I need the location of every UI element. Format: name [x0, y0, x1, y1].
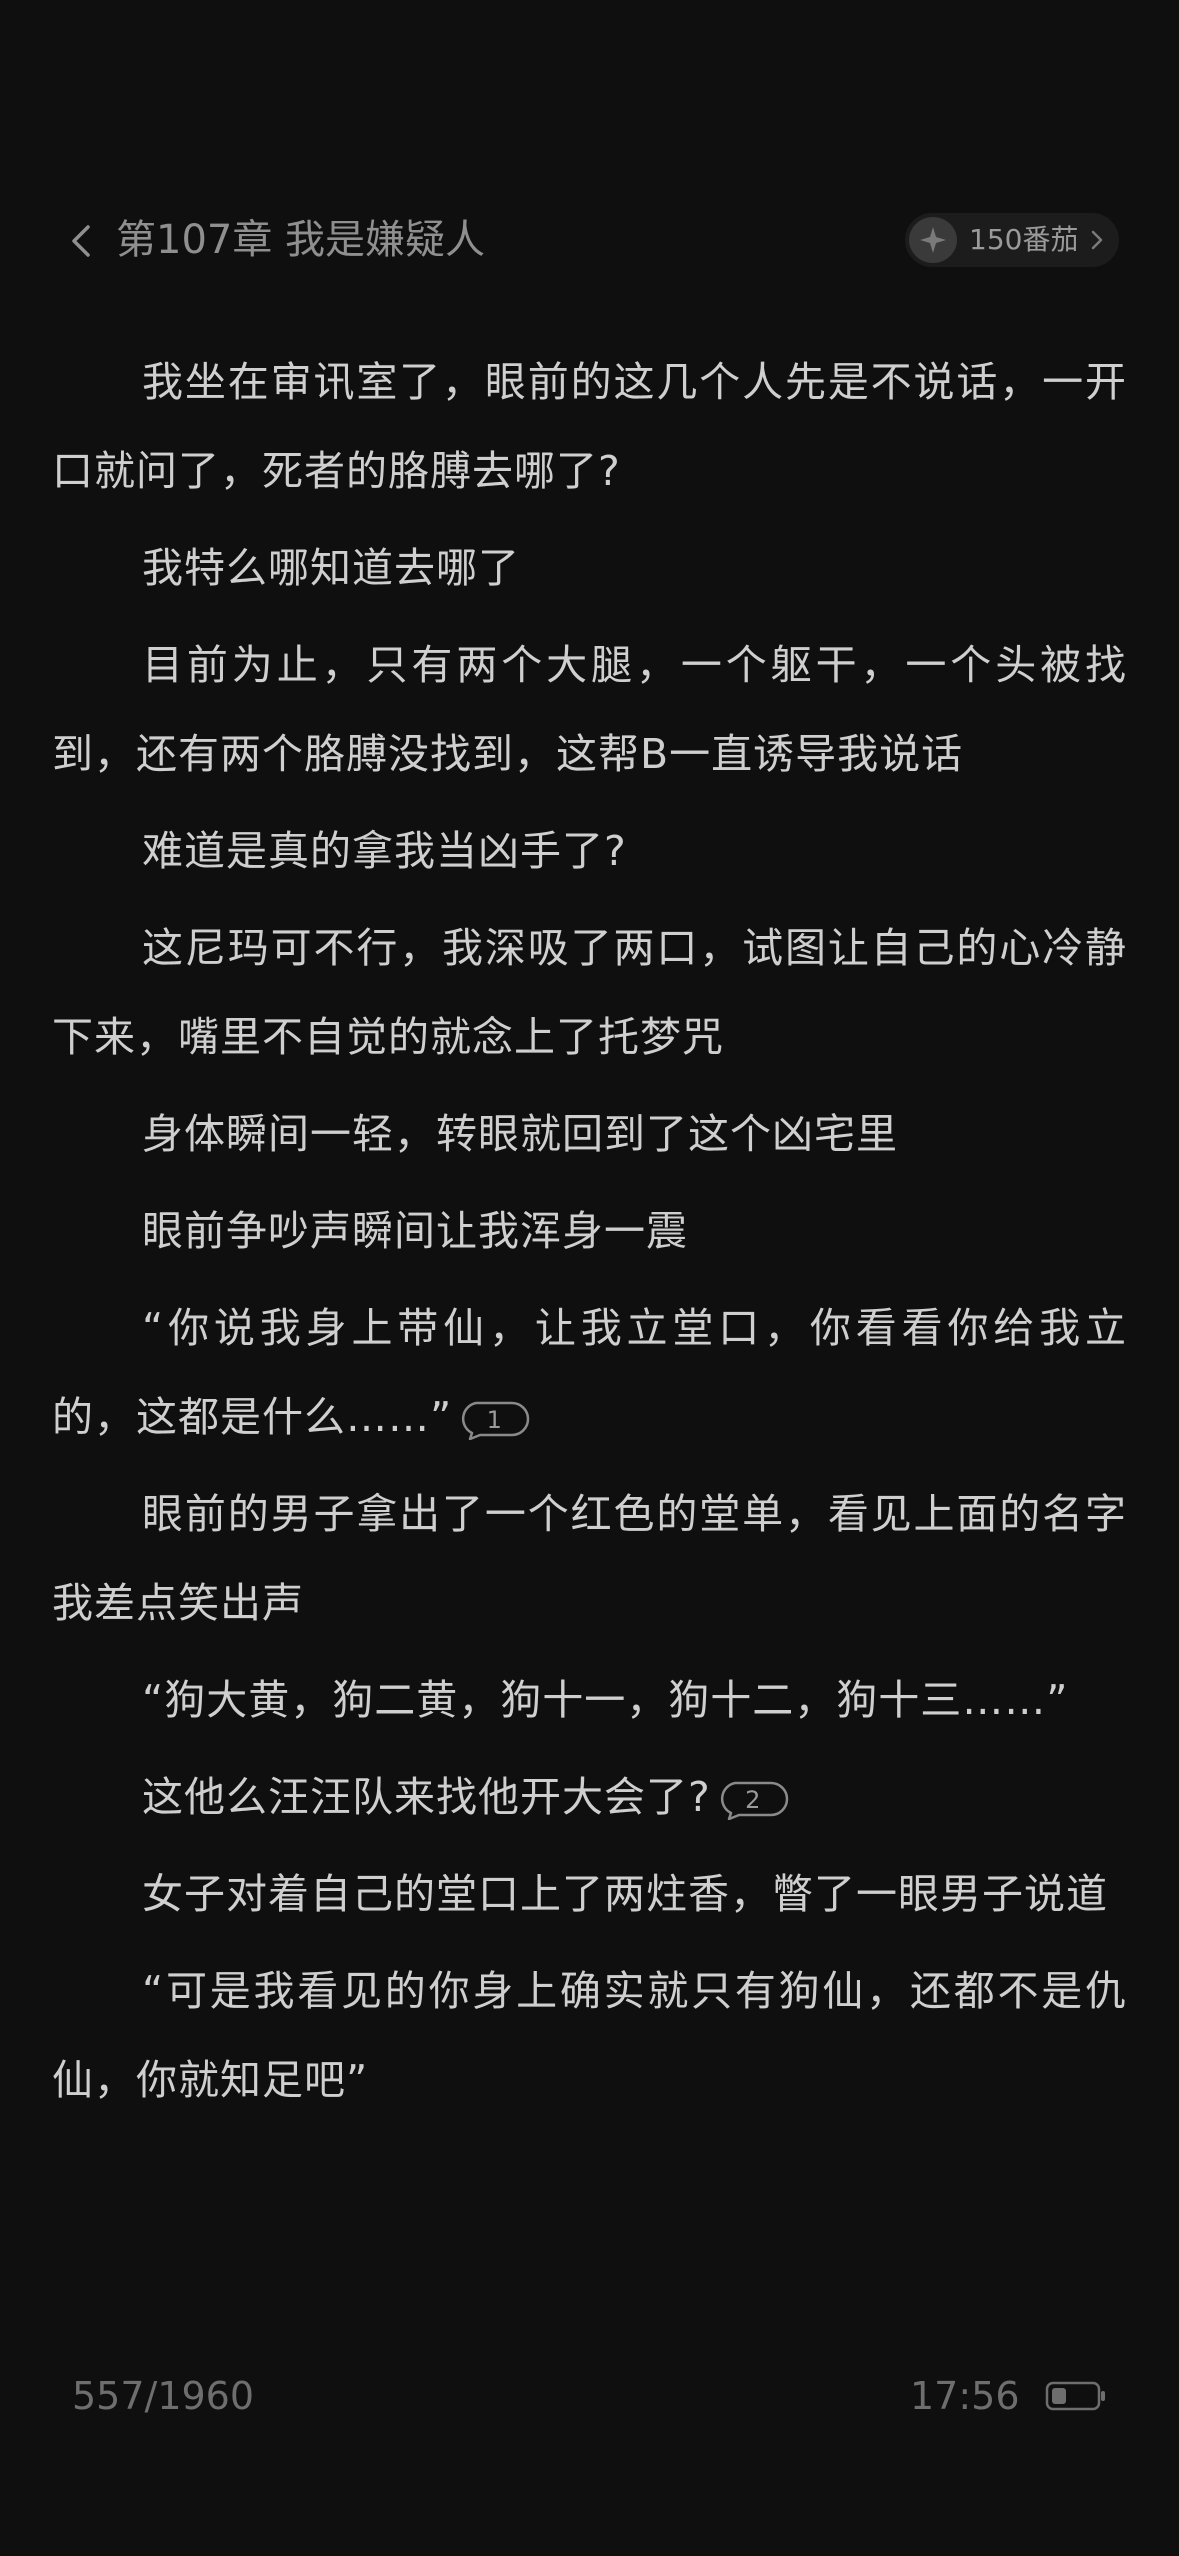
paragraph[interactable]: 眼前争吵声瞬间让我浑身一震	[52, 1187, 1127, 1276]
comment-count: 1	[486, 1406, 502, 1434]
sparkle-coin-icon	[909, 217, 957, 263]
paragraph-text: “可是我看见的你身上确实就只有狗仙，还都不是仇仙，你就知足吧”	[52, 1967, 1127, 2104]
paragraph[interactable]: 难道是真的拿我当凶手了?	[52, 807, 1127, 896]
paragraph[interactable]: “可是我看见的你身上确实就只有狗仙，还都不是仇仙，你就知足吧”	[52, 1947, 1127, 2125]
chevron-right-icon	[1091, 230, 1103, 250]
paragraph[interactable]: 这尼玛可不行，我深吸了两口，试图让自己的心冷静下来，嘴里不自觉的就念上了托梦咒	[52, 904, 1127, 1082]
back-button[interactable]	[62, 219, 102, 263]
paragraph[interactable]: 女子对着自己的堂口上了两炷香，瞥了一眼男子说道	[52, 1850, 1127, 1939]
paragraph[interactable]: 这他么汪汪队来找他开大会了? 2	[52, 1753, 1127, 1842]
paragraph[interactable]: 眼前的男子拿出了一个红色的堂单，看见上面的名字我差点笑出声	[52, 1470, 1127, 1648]
paragraph[interactable]: 我特么哪知道去哪了	[52, 524, 1127, 613]
paragraph-text: 这他么汪汪队来找他开大会了?	[142, 1773, 711, 1821]
chapter-title: 第107章 我是嫌疑人	[116, 217, 486, 263]
paragraph-comment-button[interactable]: 2	[717, 1780, 789, 1820]
paragraph[interactable]: “你说我身上带仙，让我立堂口，你看看你给我立的，这都是什么……” 1	[52, 1284, 1127, 1462]
paragraph-comment-button[interactable]: 1	[458, 1400, 530, 1440]
coin-balance-label: 150番茄	[969, 223, 1079, 256]
paragraph-text: 我特么哪知道去哪了	[142, 544, 520, 592]
reader-footer: 557/1960 17:56	[0, 2366, 1179, 2426]
paragraph-text: 我坐在审讯室了，眼前的这几个人先是不说话，一开口就问了，死者的胳膊去哪了?	[52, 358, 1127, 495]
paragraph-text: 这尼玛可不行，我深吸了两口，试图让自己的心冷静下来，嘴里不自觉的就念上了托梦咒	[52, 924, 1127, 1061]
coin-balance-button[interactable]: 150番茄	[905, 213, 1119, 267]
paragraph-text: 眼前争吵声瞬间让我浑身一震	[142, 1207, 688, 1255]
comment-count: 2	[745, 1786, 761, 1814]
paragraph-text: 女子对着自己的堂口上了两炷香，瞥了一眼男子说道	[142, 1870, 1108, 1918]
reader-header: 第107章 我是嫌疑人 150番茄	[0, 205, 1179, 275]
paragraph-text: 眼前的男子拿出了一个红色的堂单，看见上面的名字我差点笑出声	[52, 1490, 1127, 1627]
battery-low-icon	[1045, 2381, 1105, 2411]
paragraph-text: “狗大黄，狗二黄，狗十一，狗十二，狗十三……”	[142, 1676, 1069, 1724]
paragraph-text: 目前为止，只有两个大腿，一个躯干，一个头被找到，还有两个胳膊没找到，这帮B一直诱…	[52, 641, 1127, 778]
paragraph[interactable]: “狗大黄，狗二黄，狗十一，狗十二，狗十三……”	[52, 1656, 1127, 1745]
paragraph-text: “你说我身上带仙，让我立堂口，你看看你给我立的，这都是什么……”	[52, 1304, 1127, 1441]
paragraph[interactable]: 我坐在审讯室了，眼前的这几个人先是不说话，一开口就问了，死者的胳膊去哪了?	[52, 338, 1127, 516]
chapter-body: 我坐在审讯室了，眼前的这几个人先是不说话，一开口就问了，死者的胳膊去哪了? 我特么…	[52, 338, 1127, 2133]
chevron-left-icon	[72, 225, 90, 257]
page-progress: 557/1960	[72, 2374, 255, 2418]
paragraph-text: 身体瞬间一轻，转眼就回到了这个凶宅里	[142, 1110, 898, 1158]
paragraph[interactable]: 目前为止，只有两个大腿，一个躯干，一个头被找到，还有两个胳膊没找到，这帮B一直诱…	[52, 621, 1127, 799]
clock-time: 17:56	[910, 2374, 1020, 2418]
paragraph-text: 难道是真的拿我当凶手了?	[142, 827, 627, 875]
paragraph[interactable]: 身体瞬间一轻，转眼就回到了这个凶宅里	[52, 1090, 1127, 1179]
